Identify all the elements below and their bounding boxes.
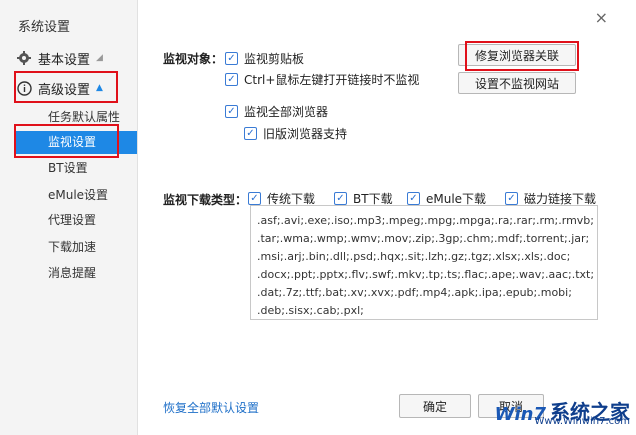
- all-browsers-checkbox[interactable]: ✓ 监视全部浏览器: [225, 103, 328, 120]
- monitor-objects-label: 监视对象：: [163, 52, 224, 66]
- highlight-box-repair: [465, 41, 579, 71]
- collapse-triangle-icon: ◢: [96, 53, 103, 63]
- checkmark-icon: ✓: [248, 192, 261, 205]
- gear-icon: [16, 50, 32, 66]
- highlight-box-advanced: [14, 71, 118, 103]
- sidebar-item-task-defaults[interactable]: 任务默认属性: [48, 108, 120, 125]
- exclude-sites-button[interactable]: 设置不监视网站: [458, 72, 576, 94]
- watermark: Win7 系统之家 Www.Winwin7.com: [495, 396, 630, 427]
- sidebar-section-basic[interactable]: 基本设置 ◢: [16, 47, 103, 69]
- checkmark-icon: ✓: [334, 192, 347, 205]
- app-title: 系统设置: [18, 20, 71, 35]
- checkmark-icon: ✓: [407, 192, 420, 205]
- download-types-label: 监视下载类型：: [163, 193, 248, 207]
- extensions-textarea[interactable]: .asf;.avi;.exe;.iso;.mp3;.mpeg;.mpg;.mpg…: [250, 205, 598, 320]
- sidebar-item-notifications[interactable]: 消息提醒: [48, 264, 96, 281]
- legacy-browser-checkbox-label: 旧版浏览器支持: [263, 127, 348, 141]
- clipboard-checkbox-label: 监视剪贴板: [244, 52, 305, 66]
- watermark-url: Www.Winwin7.com: [534, 416, 630, 427]
- sidebar-item-proxy[interactable]: 代理设置: [48, 211, 96, 228]
- highlight-box-monitor: [14, 124, 119, 158]
- ok-button[interactable]: 确定: [399, 394, 471, 418]
- all-browsers-checkbox-label: 监视全部浏览器: [244, 105, 329, 119]
- sidebar: 系统设置 基本设置 ◢ 高级设置 ▲ 任务默认属性 监视设置 BT设置 eMul…: [0, 0, 138, 435]
- checkmark-icon: ✓: [505, 192, 518, 205]
- ctrl-click-checkbox-label: Ctrl+鼠标左键打开链接时不监视: [244, 73, 420, 87]
- clipboard-checkbox[interactable]: ✓ 监视剪贴板: [225, 50, 304, 67]
- checkmark-icon: ✓: [225, 105, 238, 118]
- sidebar-section-label: 基本设置: [38, 52, 91, 68]
- sidebar-item-emule[interactable]: eMule设置: [48, 186, 108, 203]
- checkmark-icon: ✓: [225, 52, 238, 65]
- sidebar-item-bt[interactable]: BT设置: [48, 159, 88, 176]
- checkmark-icon: ✓: [244, 127, 257, 140]
- legacy-browser-checkbox[interactable]: ✓ 旧版浏览器支持: [244, 125, 347, 142]
- sidebar-item-acceleration[interactable]: 下载加速: [48, 238, 96, 255]
- ctrl-click-checkbox[interactable]: ✓ Ctrl+鼠标左键打开链接时不监视: [225, 71, 419, 88]
- restore-defaults-link[interactable]: 恢复全部默认设置: [163, 399, 259, 416]
- checkmark-icon: ✓: [225, 73, 238, 86]
- close-icon[interactable]: ×: [595, 8, 608, 27]
